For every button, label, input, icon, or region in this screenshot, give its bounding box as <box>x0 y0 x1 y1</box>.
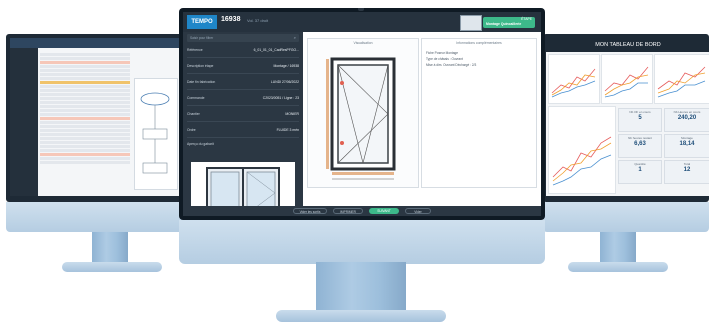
right-monitor-foot <box>568 262 668 272</box>
field-description: Description étape Montage / 16938 <box>187 62 299 74</box>
field-site: Chantier MONIER <box>187 110 299 122</box>
left-diagram <box>140 92 170 174</box>
info-line: Mise à dim. Ouvrant Déchargé : 2/3 <box>426 63 477 67</box>
document-number: 16938 <box>221 16 241 23</box>
main-content: Visualisation Informations complémentair… <box>303 32 541 208</box>
details-panel: Saisir pour filtrer ⌕ Référence 6_01_01_… <box>183 32 303 216</box>
search-icon[interactable]: ⌕ <box>294 35 296 40</box>
center-monitor-neck <box>316 262 406 312</box>
field-date: Date fin fabrication LUNDI 27/06/2022 <box>187 78 299 90</box>
center-monitor-foot <box>276 310 446 322</box>
line-chart-2 <box>604 66 649 98</box>
camera-icon <box>358 8 364 11</box>
kpi-label: Total <box>683 162 691 166</box>
center-monitor-chin <box>179 220 545 264</box>
action-bar: Vider les sortis IMPRIMER SUIVANT Vider <box>183 206 541 216</box>
clear-button[interactable]: Vider les sortis <box>293 208 327 214</box>
field-value: MONIER <box>285 112 299 116</box>
kpi-label: Nb heures restant <box>628 136 652 140</box>
field-label: Ordre <box>187 128 196 132</box>
left-diagram-panel <box>134 78 178 190</box>
drawing-panel: Visualisation <box>307 38 419 188</box>
right-monitor-chin <box>543 202 709 232</box>
kpi-label: Nb Heures en cours <box>673 110 701 114</box>
chart-card-4 <box>548 106 616 194</box>
info-line: Type de châssis : Ouvrant <box>426 57 463 61</box>
kpi-card-1: Nb OF en cours 5 <box>618 108 662 132</box>
app-header: TEMPO 16938 Vol. 37 droit ÉTAPE Montage … <box>183 12 541 32</box>
left-sidebar <box>10 48 38 196</box>
kpi-card-3: Nb heures restant 6,63 <box>618 134 662 158</box>
brand-logo[interactable]: TEMPO <box>187 15 217 29</box>
left-monitor-screen <box>10 38 180 196</box>
preview-label: Aperçu du gabarit <box>187 142 214 146</box>
status-badge[interactable]: ÉTAPE Montage Quincaillerie <box>483 17 535 28</box>
print-button[interactable]: IMPRIMER <box>333 208 363 214</box>
line-chart-3 <box>657 66 706 98</box>
kpi-value: 240,20 <box>677 115 697 121</box>
kpi-card-6: Total 12 <box>664 160 709 184</box>
document-subtitle: Vol. 37 droit <box>247 18 269 23</box>
kpi-label: Quantité <box>634 162 646 166</box>
left-table <box>40 52 130 192</box>
field-value: Montage / 16938 <box>273 64 299 68</box>
field-label: Chantier <box>187 112 200 116</box>
area-chart <box>552 136 612 186</box>
drawing-panel-title: Visualisation <box>353 41 373 45</box>
field-label: Commande <box>187 96 205 100</box>
center-monitor-screen: TEMPO 16938 Vol. 37 droit ÉTAPE Montage … <box>183 12 541 216</box>
next-button[interactable]: SUIVANT <box>369 208 399 214</box>
field-reference: Référence 6_01_01_01_CadResPFGO... <box>187 46 299 58</box>
kpi-value: 1 <box>638 167 642 173</box>
left-monitor-neck <box>92 232 128 264</box>
field-value: LUNDI 27/06/2022 <box>270 80 299 84</box>
filter-input[interactable]: Saisir pour filtrer ⌕ <box>187 34 299 42</box>
dashboard-title: MON TABLEAU DE BORD <box>546 38 709 52</box>
field-value: FLUIDE 3 mén <box>276 128 299 132</box>
window-technical-drawing[interactable] <box>322 53 404 183</box>
info-panel: Informations complémentaires Fiche Poseu… <box>421 38 537 188</box>
field-label: Référence <box>187 48 203 52</box>
empty-button[interactable]: Vider <box>405 208 431 214</box>
field-label: Description étape <box>187 64 214 68</box>
info-line: Fiche Poseur Montage <box>426 51 459 55</box>
field-label: Date fin fabrication <box>187 80 216 84</box>
field-ordre: Ordre FLUIDE 3 mén <box>187 126 299 138</box>
info-panel-title: Informations complémentaires <box>456 41 502 45</box>
left-monitor-chin <box>6 202 184 232</box>
filter-placeholder: Saisir pour filtrer <box>190 36 214 40</box>
kpi-label: Nb OF en cours <box>629 110 651 114</box>
line-chart-1 <box>551 68 596 98</box>
part-thumbnail[interactable] <box>460 15 482 31</box>
kpi-value: 5 <box>638 115 642 121</box>
kpi-card-2: Nb Heures en cours 240,20 <box>664 108 709 132</box>
right-monitor-neck <box>600 232 636 264</box>
kpi-value: 18,14 <box>679 141 695 147</box>
left-monitor-foot <box>62 262 162 272</box>
chart-card-1 <box>548 54 600 104</box>
field-value[interactable]: C2023/0051 / Ligne : 23 <box>263 96 299 100</box>
kpi-card-4: Montage 18,14 <box>664 134 709 158</box>
left-toolbar <box>10 38 180 48</box>
field-order: Commande C2023/0051 / Ligne : 23 <box>187 94 299 106</box>
kpi-value: 6,63 <box>634 141 646 147</box>
kpi-value: 12 <box>683 167 691 173</box>
right-monitor-screen: MON TABLEAU DE BORD Nb OF en cours 5 Nb … <box>546 38 709 196</box>
status-badge-label: Montage Quincaillerie <box>486 22 522 26</box>
chart-card-3 <box>654 54 709 104</box>
field-value[interactable]: 6_01_01_01_CadResPFGO... <box>254 48 299 52</box>
kpi-card-5: Quantité 1 <box>618 160 662 184</box>
kpi-label: Montage <box>681 136 693 140</box>
chart-card-2 <box>601 54 653 104</box>
